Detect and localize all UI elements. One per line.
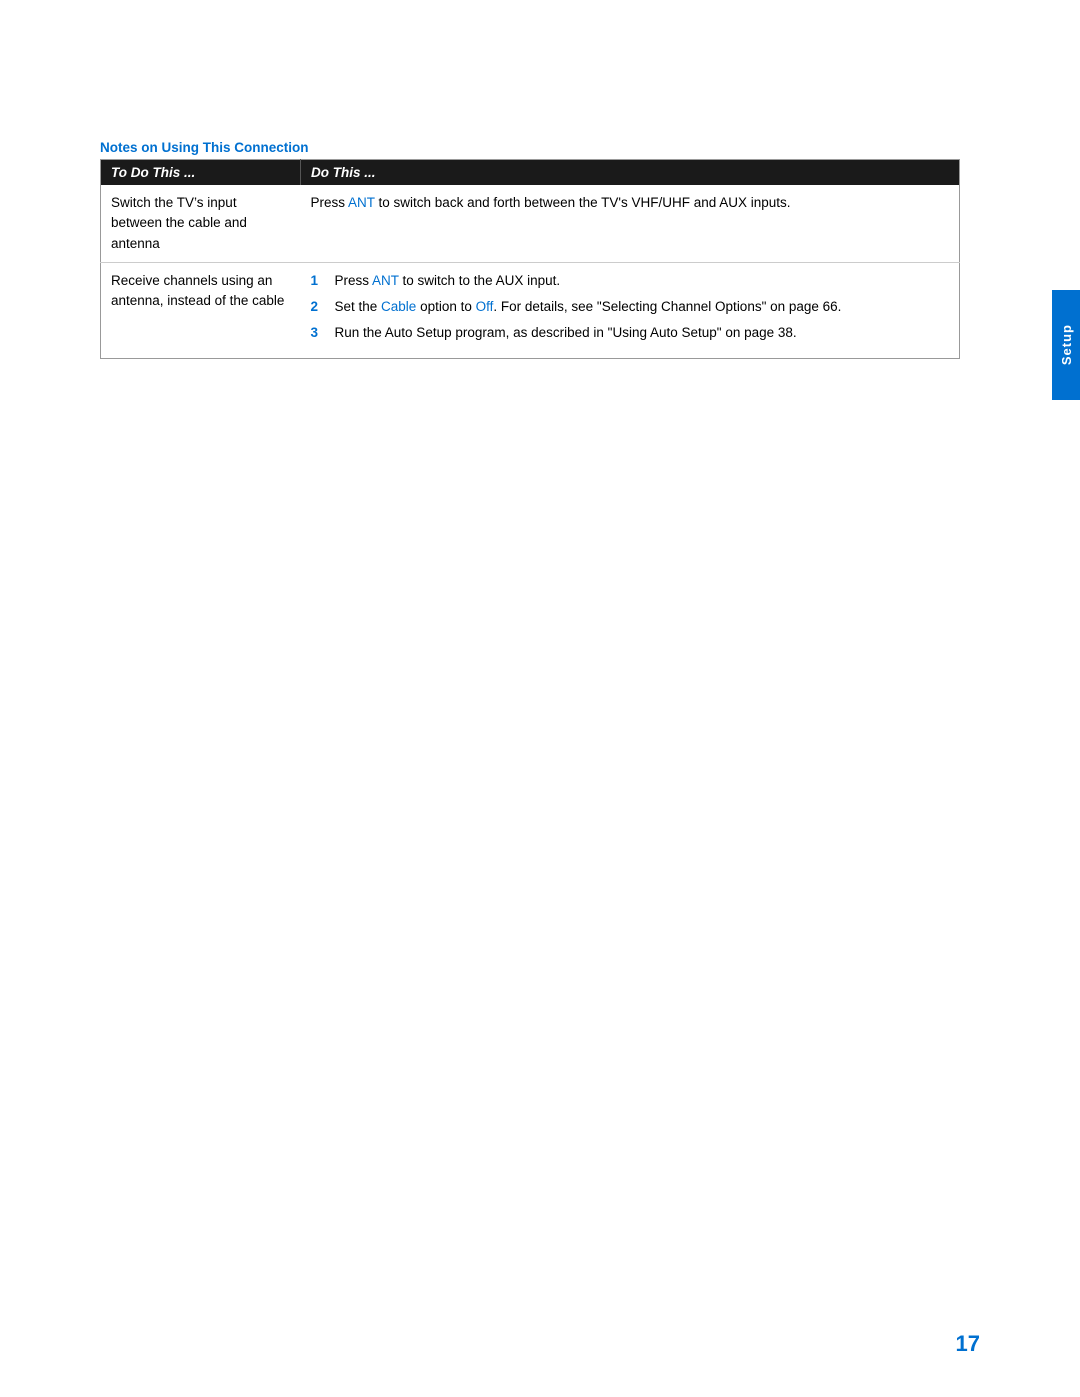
section-title: Notes on Using This Connection — [100, 140, 960, 155]
step-2: 2 Set the Cable option to Off. For detai… — [311, 297, 950, 317]
row2-left: Receive channels using an antenna, inste… — [101, 262, 301, 358]
cable-highlight: Cable — [381, 299, 416, 314]
notes-table: To Do This ... Do This ... Switch the TV… — [100, 159, 960, 359]
ant-highlight: ANT — [372, 273, 399, 288]
step-1: 1 Press ANT to switch to the AUX input. — [311, 271, 950, 291]
step-3-number: 3 — [311, 323, 329, 343]
table-row: Receive channels using an antenna, inste… — [101, 262, 960, 358]
step-3-text: Run the Auto Setup program, as described… — [335, 323, 950, 343]
page-content: Notes on Using This Connection To Do Thi… — [100, 140, 960, 359]
page-number: 17 — [956, 1331, 980, 1357]
step-2-text: Set the Cable option to Off. For details… — [335, 297, 950, 317]
steps-list: 1 Press ANT to switch to the AUX input. … — [311, 271, 950, 344]
header-col2: Do This ... — [301, 160, 960, 186]
row1-highlight-ant: ANT — [348, 195, 375, 210]
header-col1: To Do This ... — [101, 160, 301, 186]
row1-text-after: to switch back and forth between the TV'… — [375, 195, 791, 210]
step-3: 3 Run the Auto Setup program, as describ… — [311, 323, 950, 343]
table-header-row: To Do This ... Do This ... — [101, 160, 960, 186]
side-tab: Setup — [1052, 290, 1080, 400]
step-1-number: 1 — [311, 271, 329, 291]
row1-text-before: Press — [311, 195, 349, 210]
step-2-number: 2 — [311, 297, 329, 317]
row1-right: Press ANT to switch back and forth betwe… — [301, 185, 960, 262]
table-row: Switch the TV’s input between the cable … — [101, 185, 960, 262]
row2-right: 1 Press ANT to switch to the AUX input. … — [301, 262, 960, 358]
row1-left: Switch the TV’s input between the cable … — [101, 185, 301, 262]
side-tab-label: Setup — [1059, 324, 1074, 365]
step-1-text: Press ANT to switch to the AUX input. — [335, 271, 950, 291]
off-highlight: Off — [476, 299, 494, 314]
